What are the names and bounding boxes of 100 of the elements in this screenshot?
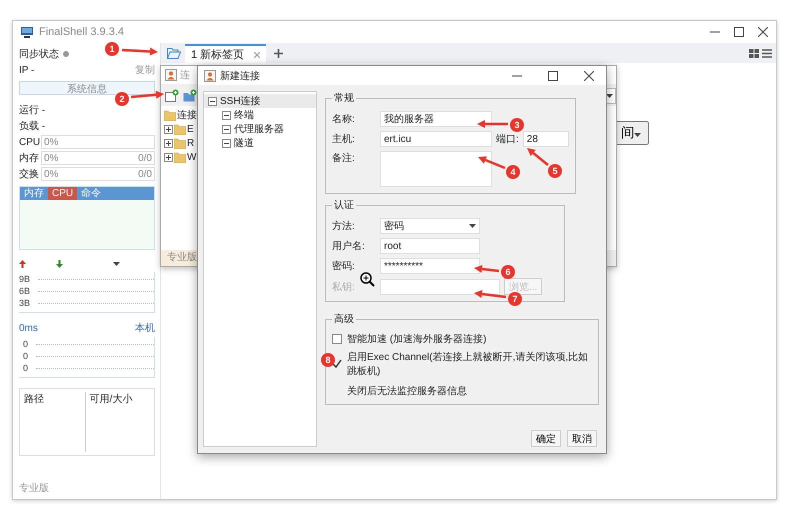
dialog-button[interactable]: 取消	[567, 430, 597, 447]
user-icon	[165, 69, 177, 81]
upload-arrow-icon	[19, 260, 26, 268]
collapse-icon[interactable]	[222, 110, 231, 120]
folder-label[interactable]: E	[187, 124, 194, 134]
maximize-icon[interactable]	[548, 70, 558, 80]
folder-label[interactable]: W	[187, 152, 196, 162]
new-folder-icon[interactable]	[183, 88, 197, 102]
section-title: 高级	[333, 312, 355, 326]
port-field[interactable]: 28	[522, 131, 569, 147]
download-arrow-icon	[56, 260, 63, 268]
expand-icon[interactable]	[164, 152, 173, 162]
host-label: 本机	[135, 322, 155, 335]
list-view-icon[interactable]	[762, 48, 772, 58]
window-title: FinalShell 3.9.3.4	[39, 26, 124, 38]
option-note: 关闭后无法监控服务器信息	[347, 384, 467, 398]
checkbox[interactable]	[332, 359, 342, 369]
folder-icon	[174, 124, 186, 134]
name-field[interactable]: 我的服务器	[380, 111, 492, 127]
maximize-icon[interactable]	[734, 27, 744, 37]
dropdown-caret-icon	[634, 133, 641, 137]
close-tab-icon[interactable]	[254, 52, 260, 58]
option-label: 启用Exec Channel(若连接上就被断开,请关闭该项,比如跳板机)	[347, 350, 590, 378]
annotation-arrow	[130, 90, 164, 99]
add-tab-icon[interactable]	[274, 48, 284, 58]
annotation-badge: 8	[321, 353, 335, 367]
field-label: 私钥:	[332, 280, 355, 294]
tab[interactable]: 1 新标签页	[185, 44, 266, 63]
annotation-badge: 7	[508, 292, 522, 306]
username-field[interactable]: root	[380, 238, 480, 254]
folder-icon	[174, 152, 186, 162]
folder-icon	[164, 110, 176, 120]
sync-status-label: 同步状态	[19, 48, 59, 61]
window-title: 连	[180, 69, 190, 82]
usage-bar: 0% 0/0	[41, 151, 155, 165]
collapse-icon[interactable]	[208, 96, 217, 106]
field-label: 备注:	[332, 152, 355, 165]
status-dot	[63, 51, 69, 57]
edition-label: 专业版	[19, 482, 49, 495]
private-key-field[interactable]	[380, 278, 500, 294]
dropdown-caret-icon	[469, 224, 476, 228]
annotation-arrow	[478, 156, 506, 170]
annotation-arrow	[527, 148, 549, 166]
dropdown-caret-icon	[113, 262, 120, 266]
field-label: 方法:	[332, 220, 355, 233]
folder-label[interactable]: R	[187, 138, 194, 148]
method-dropdown[interactable]: 密码	[380, 218, 480, 234]
annotation-badge: 6	[501, 265, 515, 279]
close-icon[interactable]	[758, 27, 768, 37]
meter-label: 内存	[19, 152, 39, 165]
latency-value: 0ms	[19, 322, 38, 334]
annotation-arrow	[474, 264, 500, 273]
dialog-button[interactable]: 确定	[531, 430, 561, 447]
field-label: 端口:	[496, 132, 519, 146]
grid-view-icon[interactable]	[749, 48, 759, 58]
folder-label[interactable]: 连接	[177, 108, 197, 122]
ip-label: IP -	[19, 64, 34, 76]
annotation-badge: 3	[510, 118, 524, 132]
load-label: 负载 -	[19, 120, 46, 133]
field-label: 名称:	[332, 113, 355, 126]
axis-label: 6B	[19, 286, 30, 296]
dialog-title: 新建连接	[220, 70, 260, 82]
column-header: 可用/大小	[90, 394, 132, 405]
section-title: 常规	[333, 92, 355, 105]
axis-label: 0	[23, 363, 28, 373]
meter-label: 交换	[19, 168, 39, 181]
folder-open-icon[interactable]	[167, 48, 181, 58]
column-header: 路径	[24, 394, 44, 405]
annotation-arrow	[474, 290, 506, 298]
meter-label: CPU	[19, 136, 39, 148]
annotation-badge: 5	[548, 164, 562, 178]
axis-label: 0	[23, 351, 28, 361]
expand-icon[interactable]	[164, 138, 173, 148]
usage-bar: 0%	[41, 135, 155, 149]
annotation-arrow	[477, 120, 508, 128]
expand-icon[interactable]	[164, 124, 173, 134]
app-logo-icon	[21, 26, 33, 38]
axis-label: 9B	[19, 274, 30, 284]
tree-item[interactable]: 隧道	[234, 136, 254, 150]
collapse-icon[interactable]	[222, 124, 231, 134]
user-icon	[204, 70, 216, 82]
close-icon[interactable]	[584, 70, 594, 80]
collapse-icon[interactable]	[222, 138, 231, 148]
annotation-badge: 1	[105, 42, 119, 56]
password-field[interactable]: **********	[380, 258, 480, 274]
tree-item[interactable]: 终端	[234, 108, 254, 122]
option-label: 智能加速 (加速海外服务器连接)	[347, 332, 486, 346]
host-field[interactable]: ert.icu	[380, 131, 492, 147]
axis-label: 0	[23, 339, 28, 349]
section-title: 认证	[333, 199, 355, 212]
checkbox[interactable]	[332, 334, 342, 344]
folder-icon	[174, 138, 186, 148]
note-field[interactable]	[380, 151, 492, 187]
dropdown-caret-icon	[606, 94, 612, 98]
tree-item[interactable]: 代理服务器	[234, 122, 284, 136]
process-tab[interactable]: CPU	[48, 187, 78, 200]
field-label: 用户名:	[332, 240, 365, 253]
zoom-cursor-icon	[360, 272, 375, 287]
new-connection-icon[interactable]	[165, 88, 179, 102]
annotation-arrow	[122, 48, 158, 56]
